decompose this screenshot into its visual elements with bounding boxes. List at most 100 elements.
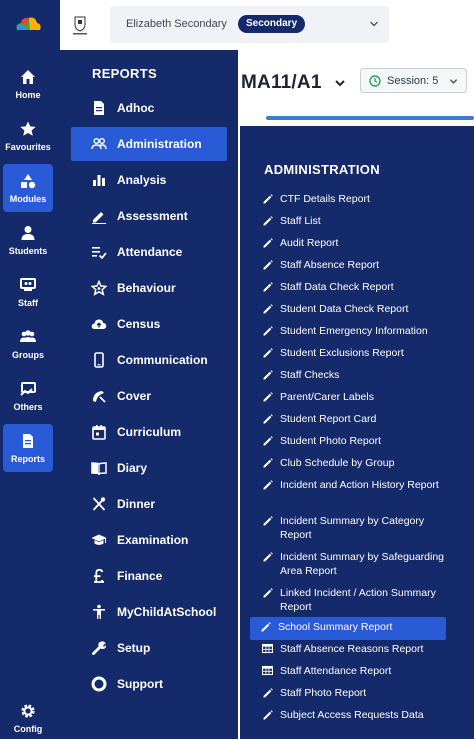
class-title[interactable]: MA11/A1 xyxy=(241,72,322,94)
admin-report-incident-and-action-history-report[interactable]: Incident and Action History Report xyxy=(252,475,446,509)
admin-report-staff-checks[interactable]: Staff Checks xyxy=(252,365,446,387)
reports-item-cover[interactable]: Cover xyxy=(71,379,227,413)
reports-item-dinner[interactable]: Dinner xyxy=(71,487,227,521)
clock-icon xyxy=(369,75,381,87)
rail-item-others[interactable]: Others xyxy=(3,372,53,420)
reports-item-label: Administration xyxy=(117,137,202,151)
admin-report-label: Subject Access Requests Data xyxy=(280,709,424,721)
pencil-icon xyxy=(263,370,273,380)
admin-report-staff-absence-report[interactable]: Staff Absence Report xyxy=(252,255,446,277)
bar-chart-icon xyxy=(93,175,105,186)
others-icon xyxy=(20,382,36,396)
admin-report-parent-carer-labels[interactable]: Parent/Carer Labels xyxy=(252,387,446,409)
pencil-icon xyxy=(263,282,273,292)
rail-item-modules[interactable]: Modules xyxy=(3,164,53,212)
reports-item-assessment[interactable]: Assessment xyxy=(71,199,227,233)
pencil-icon xyxy=(263,710,273,720)
admin-report-label: Incident Summary by Safeguarding Area Re… xyxy=(280,551,445,577)
admin-report-staff-list[interactable]: Staff List xyxy=(252,211,446,233)
rail-item-favourites[interactable]: Favourites xyxy=(3,112,53,160)
cover-icon xyxy=(93,391,106,403)
groups-icon xyxy=(20,330,36,342)
reports-item-support[interactable]: Support xyxy=(71,667,227,701)
pencil-icon xyxy=(263,480,273,490)
admin-report-label: Student Exclusions Report xyxy=(280,347,404,359)
admin-report-incident-summary-by-safeguarding-area-report[interactable]: Incident Summary by Safeguarding Area Re… xyxy=(252,547,446,581)
admin-report-student-data-check-report[interactable]: Student Data Check Report xyxy=(252,299,446,321)
reports-item-label: Finance xyxy=(117,569,163,583)
rail-label: Config xyxy=(13,724,43,734)
content-accent-bar xyxy=(266,116,474,120)
reports-item-setup[interactable]: Setup xyxy=(71,631,227,665)
admin-report-label: Staff Data Check Report xyxy=(280,281,394,293)
school-selector[interactable]: Elizabeth Secondary Secondary xyxy=(110,6,389,43)
rail-label: Home xyxy=(15,90,41,100)
admin-report-label: CTF Details Report xyxy=(280,193,370,205)
admin-report-label: Linked Incident / Action Summary Report xyxy=(280,587,436,613)
reports-item-communication[interactable]: Communication xyxy=(71,343,227,377)
rail-item-staff[interactable]: Staff xyxy=(3,268,53,316)
admin-report-label: Parent/Carer Labels xyxy=(280,391,374,403)
reports-item-diary[interactable]: Diary xyxy=(71,451,227,485)
graduation-cap-icon xyxy=(91,534,107,545)
reports-item-mychildatschool[interactable]: MyChildAtSchool xyxy=(71,595,227,629)
rail-item-students[interactable]: Students xyxy=(3,216,53,264)
session-selector[interactable]: Session: 5 xyxy=(360,68,467,93)
admin-report-label: Student Photo Report xyxy=(280,435,381,447)
admin-report-label: Club Schedule by Group xyxy=(280,457,395,469)
pencil-icon xyxy=(263,216,273,226)
admin-report-incident-summary-by-category-report[interactable]: Incident Summary by Category Report xyxy=(252,511,446,545)
reports-item-administration[interactable]: Administration xyxy=(71,127,227,161)
admin-report-student-report-card[interactable]: Student Report Card xyxy=(252,409,446,431)
administration-title: ADMINISTRATION xyxy=(264,162,380,177)
pencil-icon xyxy=(261,622,271,632)
admin-report-club-schedule-by-group[interactable]: Club Schedule by Group xyxy=(252,453,446,475)
star-icon xyxy=(20,121,36,136)
reports-item-label: Census xyxy=(117,317,161,331)
rail-item-groups[interactable]: Groups xyxy=(3,320,53,368)
admin-report-student-photo-report[interactable]: Student Photo Report xyxy=(252,431,446,453)
admin-report-staff-data-check-report[interactable]: Staff Data Check Report xyxy=(252,277,446,299)
staff-icon xyxy=(20,278,36,291)
admin-report-staff-attendance-report[interactable]: Staff Attendance Report xyxy=(252,661,446,683)
admin-report-label: Staff Attendance Report xyxy=(280,665,392,677)
reports-item-examination[interactable]: Examination xyxy=(71,523,227,557)
admin-report-label: Staff Checks xyxy=(280,369,340,381)
rail-item-home[interactable]: Home xyxy=(3,60,53,108)
admin-report-school-summary-report[interactable]: School Summary Report xyxy=(250,617,446,640)
admin-report-label: Student Emergency Information xyxy=(280,325,428,337)
reports-item-attendance[interactable]: Attendance xyxy=(71,235,227,269)
reports-item-curriculum[interactable]: Curriculum xyxy=(71,415,227,449)
pencil-icon xyxy=(263,304,273,314)
administration-flyout: ADMINISTRATION CTF Details Report Staff L… xyxy=(238,124,474,739)
pencil-icon xyxy=(263,348,273,358)
reports-item-census[interactable]: Census xyxy=(71,307,227,341)
admin-report-audit-report[interactable]: Audit Report xyxy=(252,233,446,255)
rail-item-reports[interactable]: Reports xyxy=(3,424,53,472)
reports-item-analysis[interactable]: Analysis xyxy=(71,163,227,197)
admin-report-student-exclusions-report[interactable]: Student Exclusions Report xyxy=(252,343,446,365)
admin-report-ctf-details-report[interactable]: CTF Details Report xyxy=(252,189,446,211)
calendar-icon xyxy=(92,425,106,440)
book-icon xyxy=(91,462,107,476)
admin-report-linked-incident-action-summary-report[interactable]: Linked Incident / Action Summary Report xyxy=(252,583,446,617)
app-logo-icon[interactable] xyxy=(13,14,43,34)
rail-label: Others xyxy=(13,402,43,412)
admin-report-label: Staff Absence Report xyxy=(280,259,380,271)
star-outline-icon xyxy=(91,280,107,296)
rail-item-config[interactable]: Config xyxy=(3,696,53,739)
reports-item-label: Adhoc xyxy=(117,101,155,115)
admin-report-subject-access-requests-data[interactable]: Subject Access Requests Data xyxy=(252,705,446,727)
admin-report-student-emergency-information[interactable]: Student Emergency Information xyxy=(252,321,446,343)
chevron-down-icon[interactable] xyxy=(334,77,346,89)
reports-item-behaviour[interactable]: Behaviour xyxy=(71,271,227,305)
reports-item-finance[interactable]: Finance xyxy=(71,559,227,593)
pencil-icon xyxy=(263,688,273,698)
rail-label: Students xyxy=(8,246,48,256)
person-icon xyxy=(21,226,35,240)
admin-report-staff-absence-reasons-report[interactable]: Staff Absence Reasons Report xyxy=(252,639,446,661)
chevron-down-icon xyxy=(370,21,378,27)
pen-icon xyxy=(92,212,106,224)
admin-report-staff-photo-report[interactable]: Staff Photo Report xyxy=(252,683,446,705)
reports-item-adhoc[interactable]: Adhoc xyxy=(71,91,227,125)
